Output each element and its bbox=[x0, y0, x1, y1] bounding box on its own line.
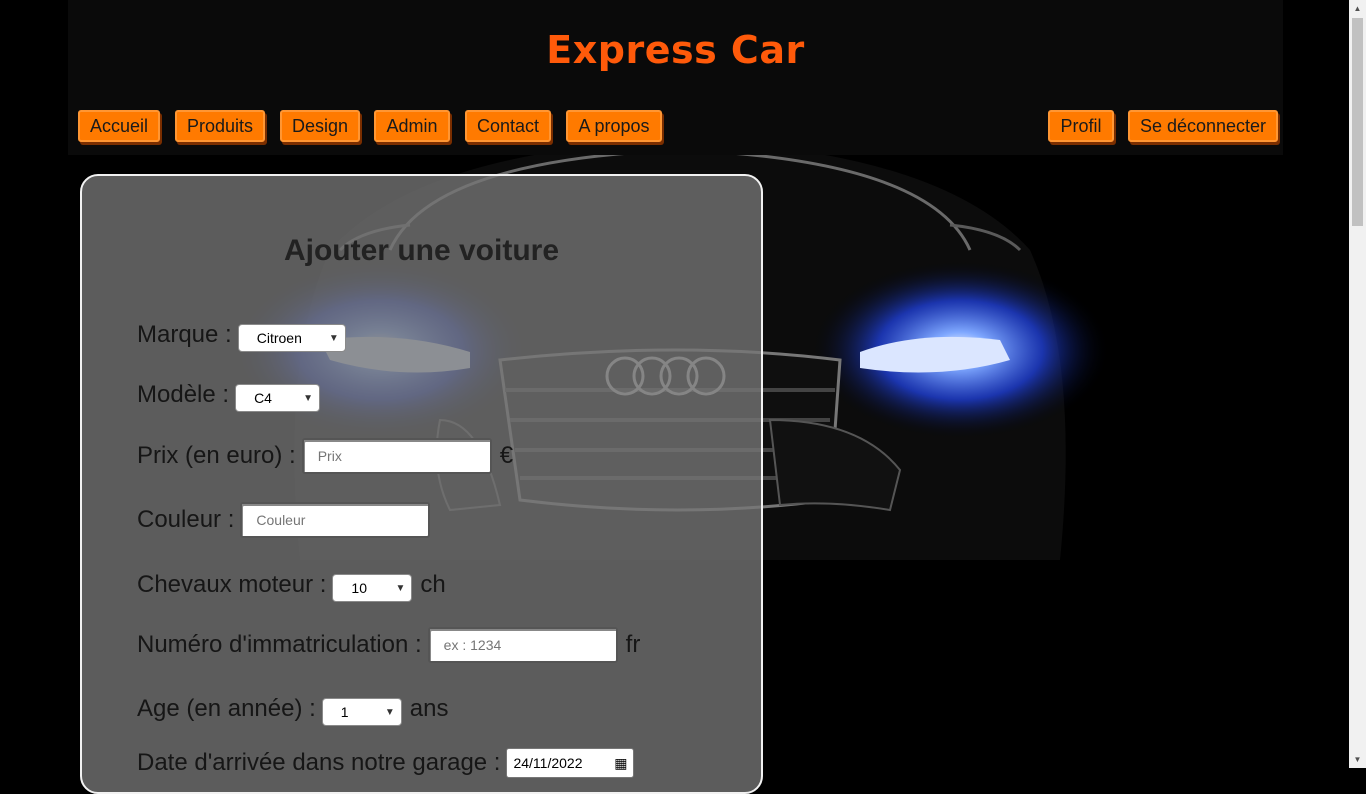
immat-label: Numéro d'immatriculation : bbox=[137, 631, 422, 658]
prix-input[interactable]: Prix bbox=[301, 438, 492, 474]
date-label: Date d'arrivée dans notre garage : bbox=[137, 749, 501, 776]
couleur-label: Couleur : bbox=[137, 506, 235, 533]
nav-apropos-button[interactable]: A propos bbox=[566, 110, 662, 142]
chevaux-select-value: 10 bbox=[351, 580, 367, 596]
scroll-down-icon[interactable]: ▼ bbox=[1349, 751, 1366, 768]
chevaux-row: Chevaux moteur : 10 ▼ ch bbox=[137, 568, 446, 602]
marque-select[interactable]: Citroen ▼ bbox=[237, 324, 346, 352]
nav-accueil-button[interactable]: Accueil bbox=[78, 110, 160, 142]
ans-suffix: ans bbox=[409, 695, 449, 722]
nav-design-button[interactable]: Design bbox=[280, 110, 360, 142]
nav-contact-button[interactable]: Contact bbox=[465, 110, 551, 142]
chevaux-select[interactable]: 10 ▼ bbox=[332, 574, 413, 602]
modele-select[interactable]: C4 ▼ bbox=[235, 384, 321, 412]
modele-select-value: C4 bbox=[254, 390, 272, 406]
scroll-thumb[interactable] bbox=[1352, 18, 1363, 226]
modele-label: Modèle : bbox=[137, 381, 230, 408]
calendar-icon[interactable]: ▦ bbox=[614, 755, 627, 772]
main-nav: Accueil Produits Design Admin Contact A … bbox=[68, 110, 1283, 146]
chevron-down-icon: ▼ bbox=[303, 392, 314, 404]
modele-row: Modèle : C4 ▼ bbox=[137, 378, 321, 412]
nav-logout-button[interactable]: Se déconnecter bbox=[1128, 110, 1278, 142]
scroll-up-icon[interactable]: ▲ bbox=[1349, 0, 1366, 17]
prix-label: Prix (en euro) : bbox=[137, 442, 296, 469]
chevron-down-icon: ▼ bbox=[384, 706, 395, 718]
date-row: Date d'arrivée dans notre garage : 24/11… bbox=[137, 748, 635, 778]
prix-row: Prix (en euro) : Prix € bbox=[137, 438, 513, 474]
marque-label: Marque : bbox=[137, 321, 232, 348]
nav-admin-button[interactable]: Admin bbox=[374, 110, 450, 142]
age-row: Age (en année) : 1 ▼ ans bbox=[137, 692, 449, 726]
ch-suffix: ch bbox=[420, 571, 446, 598]
age-label: Age (en année) : bbox=[137, 695, 316, 722]
date-input-value: 24/11/2022 bbox=[513, 755, 583, 771]
nav-produits-button[interactable]: Produits bbox=[175, 110, 265, 142]
chevron-down-icon: ▼ bbox=[395, 582, 406, 594]
age-select-value: 1 bbox=[340, 704, 349, 720]
marque-select-value: Citroen bbox=[256, 330, 302, 346]
date-input[interactable]: 24/11/2022 ▦ bbox=[506, 748, 635, 778]
immat-row: Numéro d'immatriculation : ex : 1234 fr bbox=[137, 627, 640, 663]
euro-suffix: € bbox=[499, 442, 514, 469]
couleur-row: Couleur : Couleur bbox=[137, 502, 431, 538]
add-car-form: Ajouter une voiture Marque : Citroen ▼ M… bbox=[80, 174, 763, 794]
fr-suffix: fr bbox=[625, 631, 641, 658]
immat-input[interactable]: ex : 1234 bbox=[427, 627, 618, 663]
marque-row: Marque : Citroen ▼ bbox=[137, 318, 346, 352]
age-select[interactable]: 1 ▼ bbox=[321, 698, 402, 726]
page-scrollbar[interactable]: ▲ ▼ bbox=[1349, 0, 1366, 768]
couleur-input[interactable]: Couleur bbox=[240, 502, 431, 538]
nav-profil-button[interactable]: Profil bbox=[1048, 110, 1114, 142]
site-header: Express Car Accueil Produits Design Admi… bbox=[68, 0, 1283, 155]
form-heading: Ajouter une voiture bbox=[283, 234, 560, 267]
chevron-down-icon: ▼ bbox=[328, 332, 339, 344]
site-title: Express Car bbox=[546, 28, 805, 72]
chevaux-label: Chevaux moteur : bbox=[137, 571, 327, 598]
